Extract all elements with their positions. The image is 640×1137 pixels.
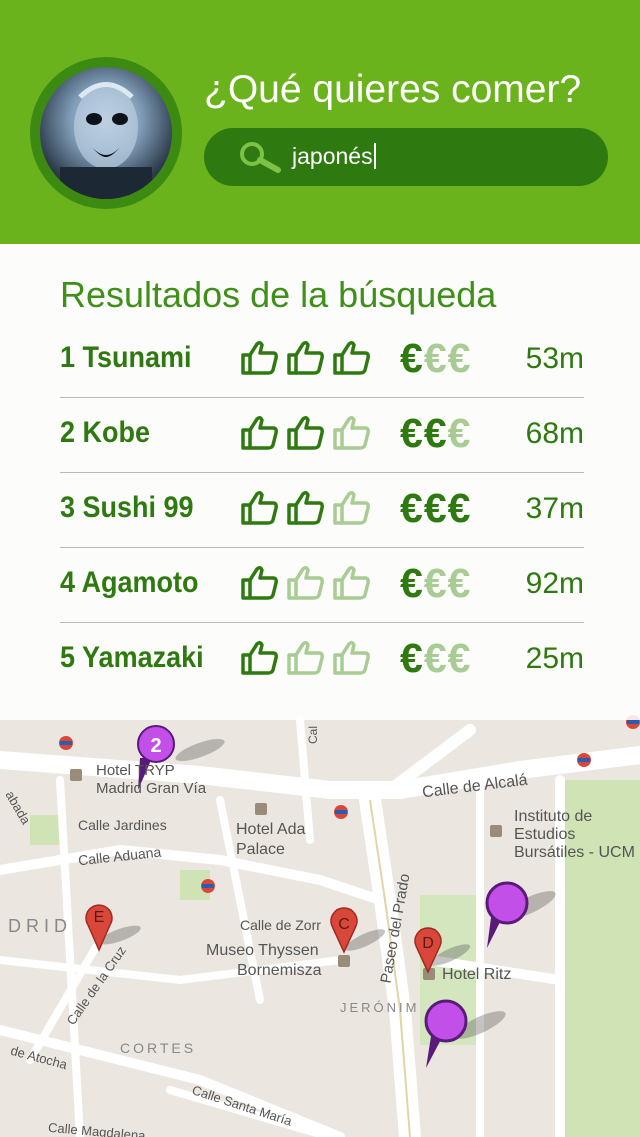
rating-thumbs [240,415,380,451]
map-label: Hotel Ada [236,821,306,838]
avatar-face-icon [60,82,152,199]
euro-icon: € [400,335,423,381]
euro-icon: € [447,410,471,456]
results-title: Resultados de la búsqueda [60,274,497,315]
thumbs-up-icon [287,640,324,675]
thumbs-up-icon [333,490,370,525]
price-level: €€€ [400,410,471,457]
thumbs-up-icon [287,340,324,375]
avatar[interactable] [40,67,172,199]
svg-text:E: E [94,909,105,926]
thumbs-up-icon [241,415,278,450]
euro-icon: € [447,485,471,531]
map-label: JERÓNIM [340,1000,420,1015]
page-title: ¿Qué quieres comer? [204,68,582,111]
thumbs-up-icon [241,340,278,375]
map-label: Cal [306,725,321,745]
restaurant-name: 2 Kobe [60,416,151,449]
thumbs-up-icon [241,640,278,675]
map-label: Calle de Zorr [240,917,321,933]
thumbs-up-icon [333,415,370,450]
map-label: Bornemisza [237,962,322,979]
map-label: Madrid Gran Vía [96,780,207,797]
euro-icon: € [423,335,447,381]
result-row[interactable]: 1 Tsunami €€€ 53m [60,322,584,398]
map-label: Instituto de [514,808,593,825]
euro-icon: € [447,335,471,381]
map-label: Bursátiles - UCM [514,844,635,861]
rating-thumbs [240,340,380,376]
restaurant-name: 1 Tsunami [60,341,192,374]
rating-thumbs [240,640,380,676]
euro-icon: € [423,410,447,456]
euro-icon: € [423,560,447,606]
svg-text:D: D [422,935,434,952]
restaurant-name: 3 Sushi 99 [60,491,194,524]
price-level: €€€ [400,485,471,532]
thumbs-up-icon [287,415,324,450]
thumbs-up-icon [333,340,370,375]
map-label: Hotel Ritz [442,966,512,983]
distance: 92m [525,567,584,600]
search-input[interactable]: japonés [292,143,376,170]
thumbs-up-icon [333,640,370,675]
search-icon [240,142,281,173]
thumbs-up-icon [241,565,278,600]
svg-text:C: C [338,916,350,933]
price-level: €€€ [400,335,471,382]
restaurant-name: 5 Yamazaki [60,641,204,674]
euro-icon: € [400,410,423,456]
rating-thumbs [240,490,380,526]
distance: 37m [525,492,584,525]
price-level: €€€ [400,635,471,682]
distance: 53m [525,342,584,375]
map-label: Hotel TRYP [96,762,175,779]
restaurant-name: 4 Agamoto [60,566,199,599]
euro-icon: € [447,635,471,681]
thumbs-up-icon [333,565,370,600]
map-label: Palace [236,841,285,858]
map-label: Museo Thyssen [206,942,319,959]
distance: 25m [525,642,584,675]
thumbs-up-icon [287,565,324,600]
price-level: €€€ [400,560,471,607]
result-row[interactable]: 3 Sushi 99 €€€ 37m [60,472,584,548]
result-row[interactable]: 2 Kobe €€€ 68m [60,397,584,473]
euro-icon: € [400,635,423,681]
euro-icon: € [423,485,447,531]
euro-icon: € [447,560,471,606]
distance: 68m [525,417,584,450]
euro-icon: € [423,635,447,681]
result-row[interactable]: 5 Yamazaki €€€ 25m [60,622,584,697]
svg-text:2: 2 [150,735,161,757]
app-screen: E C D 2 Hotel TRYP Madrid Gran Vía Calle… [0,0,640,1137]
map-label: Calle Jardines [78,817,167,833]
euro-icon: € [400,560,423,606]
map-label: Estudios [514,826,576,843]
euro-icon: € [400,485,423,531]
map-label: DRID [8,916,72,936]
thumbs-up-icon [287,490,324,525]
thumbs-up-icon [241,490,278,525]
text-caret [373,143,376,169]
rating-thumbs [240,565,380,601]
map-label: CORTES [120,1040,197,1056]
result-row[interactable]: 4 Agamoto €€€ 92m [60,547,584,623]
